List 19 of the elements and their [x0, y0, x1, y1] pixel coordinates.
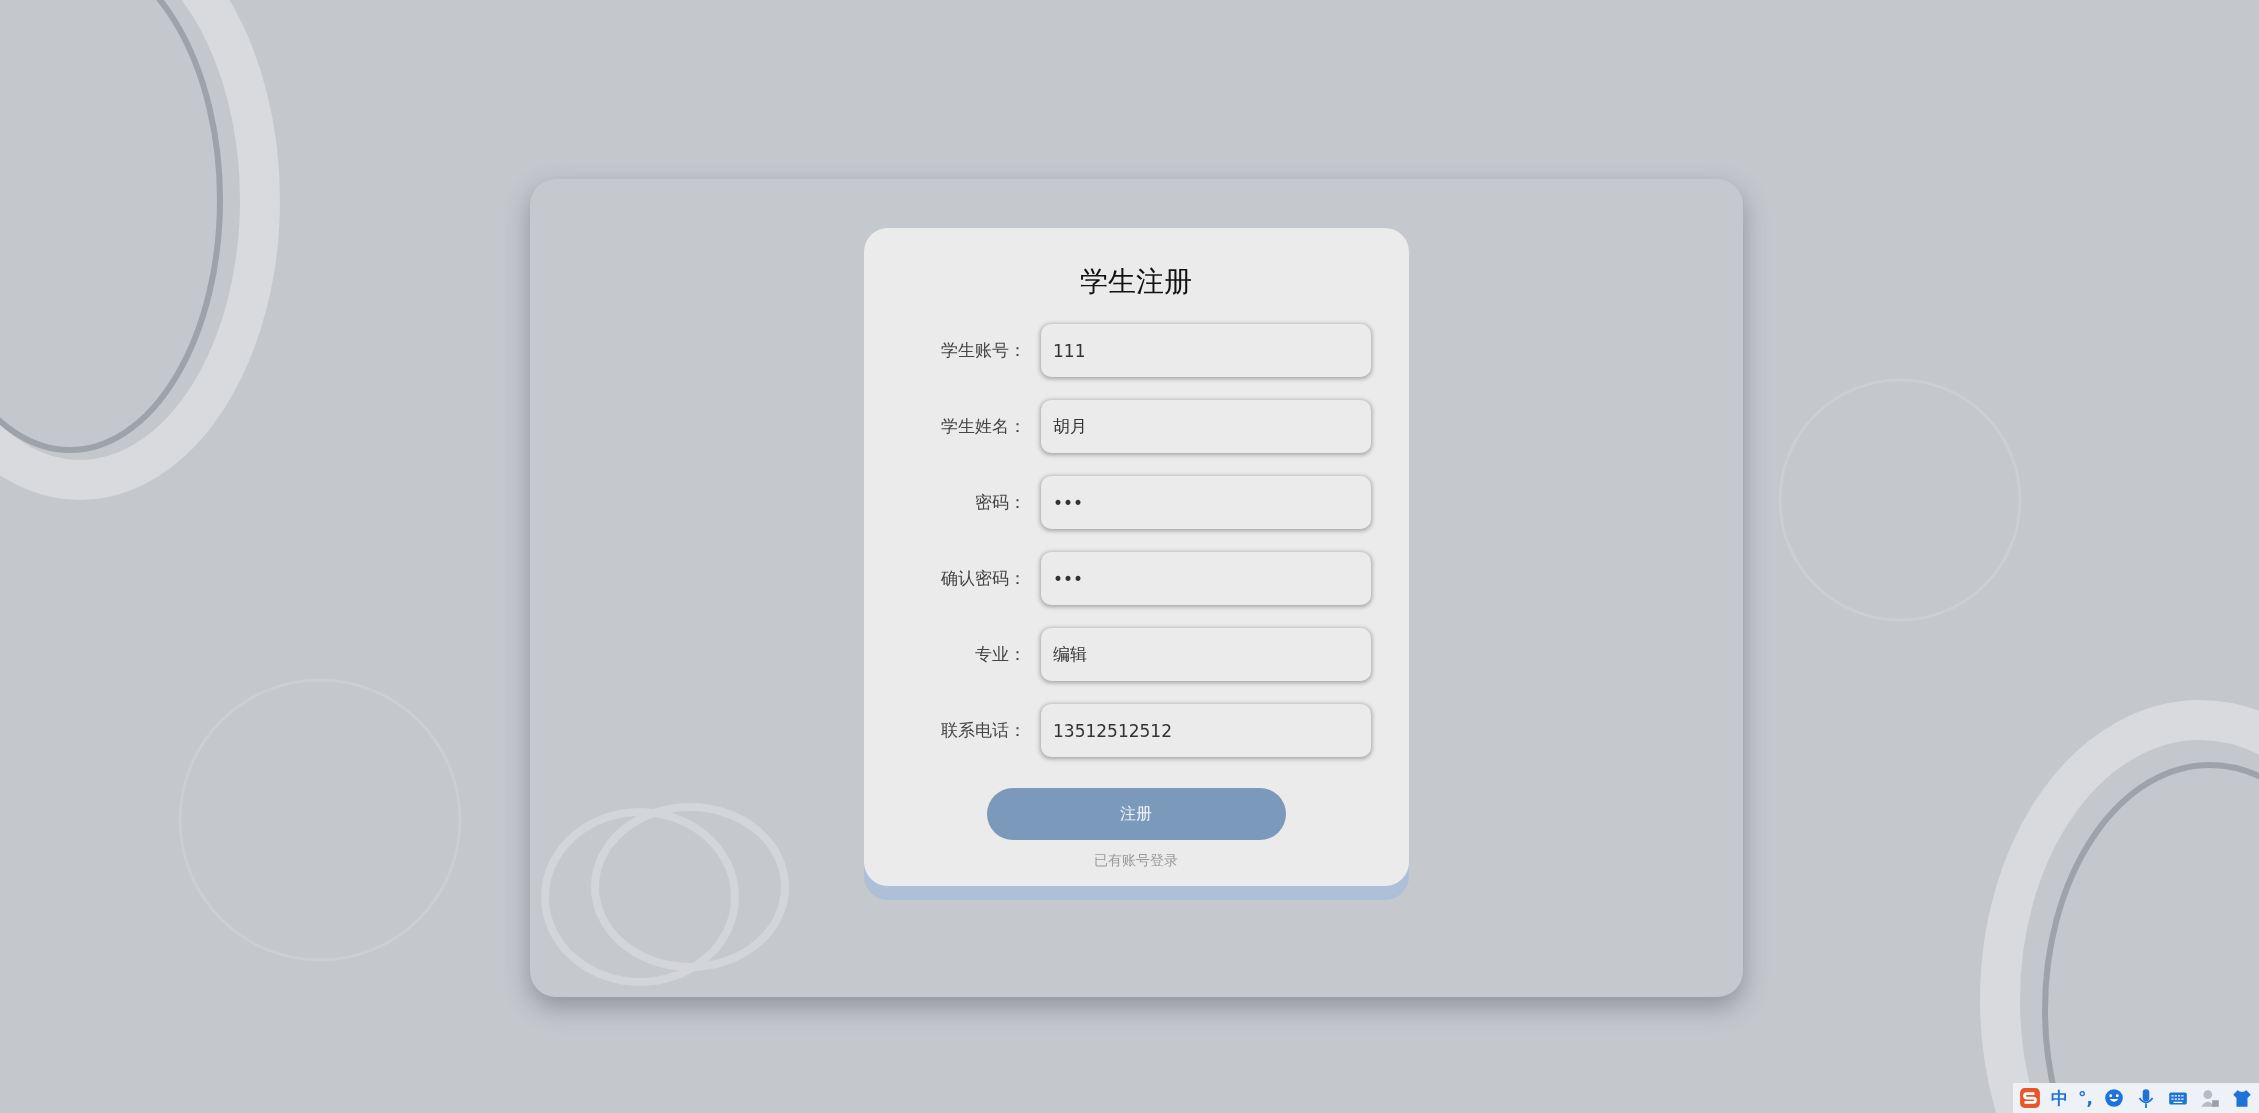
- shirt-icon[interactable]: [2231, 1087, 2253, 1109]
- input-field[interactable]: 胡月: [1041, 400, 1371, 453]
- logo-icon[interactable]: [2019, 1087, 2042, 1109]
- field-label: 学生账号：: [940, 339, 1027, 362]
- input-field[interactable]: 13512512512: [1041, 704, 1371, 757]
- field-label: 密码：: [974, 491, 1027, 514]
- input-field[interactable]: •••: [1041, 552, 1371, 605]
- field-label: 联系电话：: [940, 719, 1027, 742]
- input-field[interactable]: 111: [1041, 324, 1371, 377]
- field-label: 专业：: [974, 643, 1027, 666]
- input-mode-toggle[interactable]: 中: [2051, 1086, 2069, 1110]
- field-label: 学生姓名：: [940, 415, 1027, 438]
- input-field[interactable]: •••: [1041, 476, 1371, 529]
- smiley-icon[interactable]: [2103, 1087, 2125, 1109]
- field-label: 确认密码：: [940, 567, 1027, 590]
- form-title: 学生注册: [1080, 264, 1192, 300]
- input-field[interactable]: 编辑: [1041, 628, 1371, 681]
- punctuation-toggle[interactable]: °,: [2078, 1088, 2093, 1108]
- user-icon[interactable]: [2199, 1087, 2221, 1109]
